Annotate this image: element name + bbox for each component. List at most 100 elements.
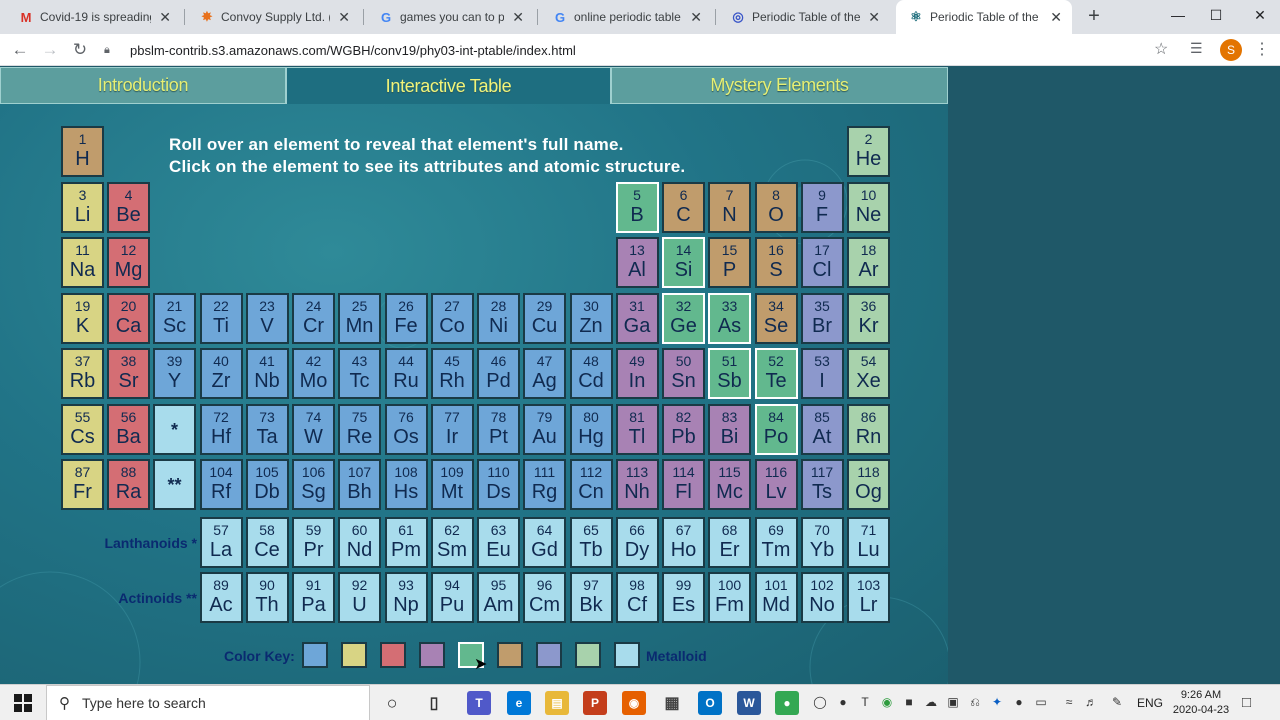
element-cell-au[interactable]: 79 Au bbox=[523, 404, 566, 455]
element-cell-ag[interactable]: 47 Ag bbox=[523, 348, 566, 399]
calculator-icon[interactable]: ▦ bbox=[660, 691, 684, 715]
teams-icon[interactable]: T bbox=[467, 691, 491, 715]
reload-icon[interactable]: ↻ bbox=[68, 38, 92, 62]
element-cell-ca[interactable]: 20 Ca bbox=[107, 293, 150, 344]
color-key-swatch-lanthanoid-actinoid[interactable] bbox=[614, 642, 640, 668]
element-cell-k[interactable]: 19 K bbox=[61, 293, 104, 344]
element-cell-am[interactable]: 95 Am bbox=[477, 572, 520, 623]
forward-icon[interactable]: → bbox=[38, 38, 62, 62]
element-cell-c[interactable]: 6C bbox=[662, 182, 705, 233]
tab-close-icon[interactable]: ✕ bbox=[1050, 9, 1062, 26]
element-cell-mo[interactable]: 42 Mo bbox=[292, 348, 335, 399]
color-key-swatch-transition-metal[interactable] bbox=[302, 642, 328, 668]
element-cell-tc[interactable]: 43 Tc bbox=[338, 348, 381, 399]
element-cell-ge[interactable]: 32 Ge bbox=[662, 293, 705, 344]
element-cell-s[interactable]: 16 S bbox=[754, 237, 798, 288]
element-cell-fe[interactable]: 26 Fe bbox=[384, 293, 428, 344]
element-cell-ti[interactable]: 22 Ti bbox=[199, 293, 243, 344]
lanthanoid-placeholder[interactable]: * bbox=[153, 404, 196, 455]
element-cell-f[interactable]: 9F bbox=[800, 182, 844, 233]
browser-tab[interactable]: M Covid-19 is spreading t ✕ bbox=[6, 0, 181, 34]
element-cell-as[interactable]: 33 As bbox=[708, 293, 751, 344]
element-cell-ga[interactable]: 31 Ga bbox=[615, 293, 659, 344]
language-indicator[interactable]: ENG bbox=[1137, 696, 1163, 710]
tab-close-icon[interactable]: ✕ bbox=[690, 9, 702, 26]
element-cell-nh[interactable]: 113 Nh bbox=[615, 459, 659, 510]
element-cell-ta[interactable]: 73 Ta bbox=[245, 404, 289, 455]
element-cell-at[interactable]: 85 At bbox=[800, 404, 844, 455]
file-explorer-icon[interactable]: ▤ bbox=[545, 691, 569, 715]
element-cell-ce[interactable]: 58 Ce bbox=[245, 517, 289, 568]
element-cell-ru[interactable]: 44 Ru bbox=[384, 348, 428, 399]
element-cell-dy[interactable]: 66 Dy bbox=[615, 517, 659, 568]
element-cell-ar[interactable]: 18 Ar bbox=[847, 237, 890, 288]
element-cell-cf[interactable]: 98 Cf bbox=[615, 572, 659, 623]
element-cell-sn[interactable]: 50 Sn bbox=[662, 348, 705, 399]
element-cell-es[interactable]: 99 Es bbox=[662, 572, 705, 623]
element-cell-te[interactable]: 52 Te bbox=[754, 348, 798, 399]
element-cell-y[interactable]: 39 Y bbox=[153, 348, 196, 399]
element-cell-cd[interactable]: 48 Cd bbox=[569, 348, 613, 399]
browser-tab[interactable]: ✸ Convoy Supply Ltd. (Ter ✕ bbox=[187, 0, 360, 34]
element-cell-po[interactable]: 84 Po bbox=[754, 404, 798, 455]
element-cell-nd[interactable]: 60 Nd bbox=[338, 517, 381, 568]
element-cell-ba[interactable]: 56 Ba bbox=[107, 404, 150, 455]
back-icon[interactable]: ← bbox=[8, 38, 32, 62]
actinoid-placeholder[interactable]: ** bbox=[153, 459, 196, 510]
profile-avatar[interactable]: S bbox=[1220, 39, 1242, 61]
color-key-swatch-post-transition-metal[interactable] bbox=[419, 642, 445, 668]
element-cell-ra[interactable]: 88 Ra bbox=[107, 459, 150, 510]
element-cell-mn[interactable]: 25 Mn bbox=[338, 293, 381, 344]
element-cell-bi[interactable]: 83 Bi bbox=[708, 404, 751, 455]
element-cell-ds[interactable]: 110 Ds bbox=[477, 459, 520, 510]
element-cell-th[interactable]: 90 Th bbox=[245, 572, 289, 623]
element-cell-sr[interactable]: 38 Sr bbox=[107, 348, 150, 399]
element-cell-cu[interactable]: 29 Cu bbox=[523, 293, 566, 344]
edge-icon[interactable]: e bbox=[507, 691, 531, 715]
element-cell-cl[interactable]: 17 Cl bbox=[800, 237, 844, 288]
element-cell-tm[interactable]: 69 Tm bbox=[754, 517, 798, 568]
element-cell-kr[interactable]: 36 Kr bbox=[847, 293, 890, 344]
bluetooth-tray-icon[interactable]: ✦ bbox=[990, 695, 1004, 709]
tab-close-icon[interactable]: ✕ bbox=[338, 9, 350, 26]
lock-tray-icon[interactable]: ◯ bbox=[813, 695, 827, 709]
element-cell-tl[interactable]: 81 Tl bbox=[615, 404, 659, 455]
color-key-swatch-noble-gas[interactable] bbox=[575, 642, 601, 668]
element-cell-cm[interactable]: 96 Cm bbox=[523, 572, 566, 623]
chrome-icon[interactable]: ● bbox=[775, 691, 799, 715]
color-key-swatch-nonmetal[interactable] bbox=[497, 642, 523, 668]
element-cell-mt[interactable]: 109 Mt bbox=[430, 459, 474, 510]
browser-tab[interactable]: ⚛ Periodic Table of the Ele ✕ bbox=[896, 0, 1072, 34]
printer-tray-icon[interactable]: ⎌ bbox=[968, 695, 982, 709]
element-cell-w[interactable]: 74 W bbox=[292, 404, 335, 455]
element-cell-ac[interactable]: 89 Ac bbox=[199, 572, 243, 623]
element-cell-tb[interactable]: 65 Tb bbox=[569, 517, 613, 568]
element-cell-os[interactable]: 76 Os bbox=[384, 404, 428, 455]
volume-tray-icon[interactable]: ♬ bbox=[1084, 695, 1098, 709]
element-cell-he[interactable]: 2 He bbox=[847, 126, 890, 177]
wifi-tray-icon[interactable]: ≈ bbox=[1062, 695, 1076, 709]
element-cell-re[interactable]: 75 Re bbox=[338, 404, 381, 455]
element-cell-h[interactable]: 1H bbox=[61, 126, 104, 177]
powerpoint-icon[interactable]: P bbox=[583, 691, 607, 715]
close-window-icon[interactable]: ✕ bbox=[1237, 0, 1280, 30]
element-cell-ts[interactable]: 117 Ts bbox=[800, 459, 844, 510]
element-cell-pd[interactable]: 46 Pd bbox=[477, 348, 520, 399]
onedrive-tray-icon[interactable]: ☁ bbox=[924, 695, 938, 709]
outlook-icon[interactable]: O bbox=[698, 691, 722, 715]
element-cell-er[interactable]: 68 Er bbox=[708, 517, 751, 568]
element-cell-mg[interactable]: 12 Mg bbox=[107, 237, 150, 288]
element-cell-la[interactable]: 57 La bbox=[199, 517, 243, 568]
element-cell-co[interactable]: 27 Co bbox=[430, 293, 474, 344]
microphone-tray-icon[interactable]: ● bbox=[1012, 695, 1026, 709]
firefox-icon[interactable]: ◉ bbox=[622, 691, 646, 715]
browser-tab[interactable]: Gonline periodic table ac ✕ bbox=[540, 0, 712, 34]
sync-tray-icon[interactable]: ◉ bbox=[880, 695, 894, 709]
tab-close-icon[interactable]: ✕ bbox=[868, 9, 880, 26]
element-cell-pm[interactable]: 61 Pm bbox=[384, 517, 428, 568]
element-cell-rf[interactable]: 104 Rf bbox=[199, 459, 243, 510]
element-cell-br[interactable]: 35 Br bbox=[800, 293, 844, 344]
element-cell-b[interactable]: 5B bbox=[615, 182, 659, 233]
element-cell-li[interactable]: 3 Li bbox=[61, 182, 104, 233]
element-cell-md[interactable]: 101 Md bbox=[754, 572, 798, 623]
